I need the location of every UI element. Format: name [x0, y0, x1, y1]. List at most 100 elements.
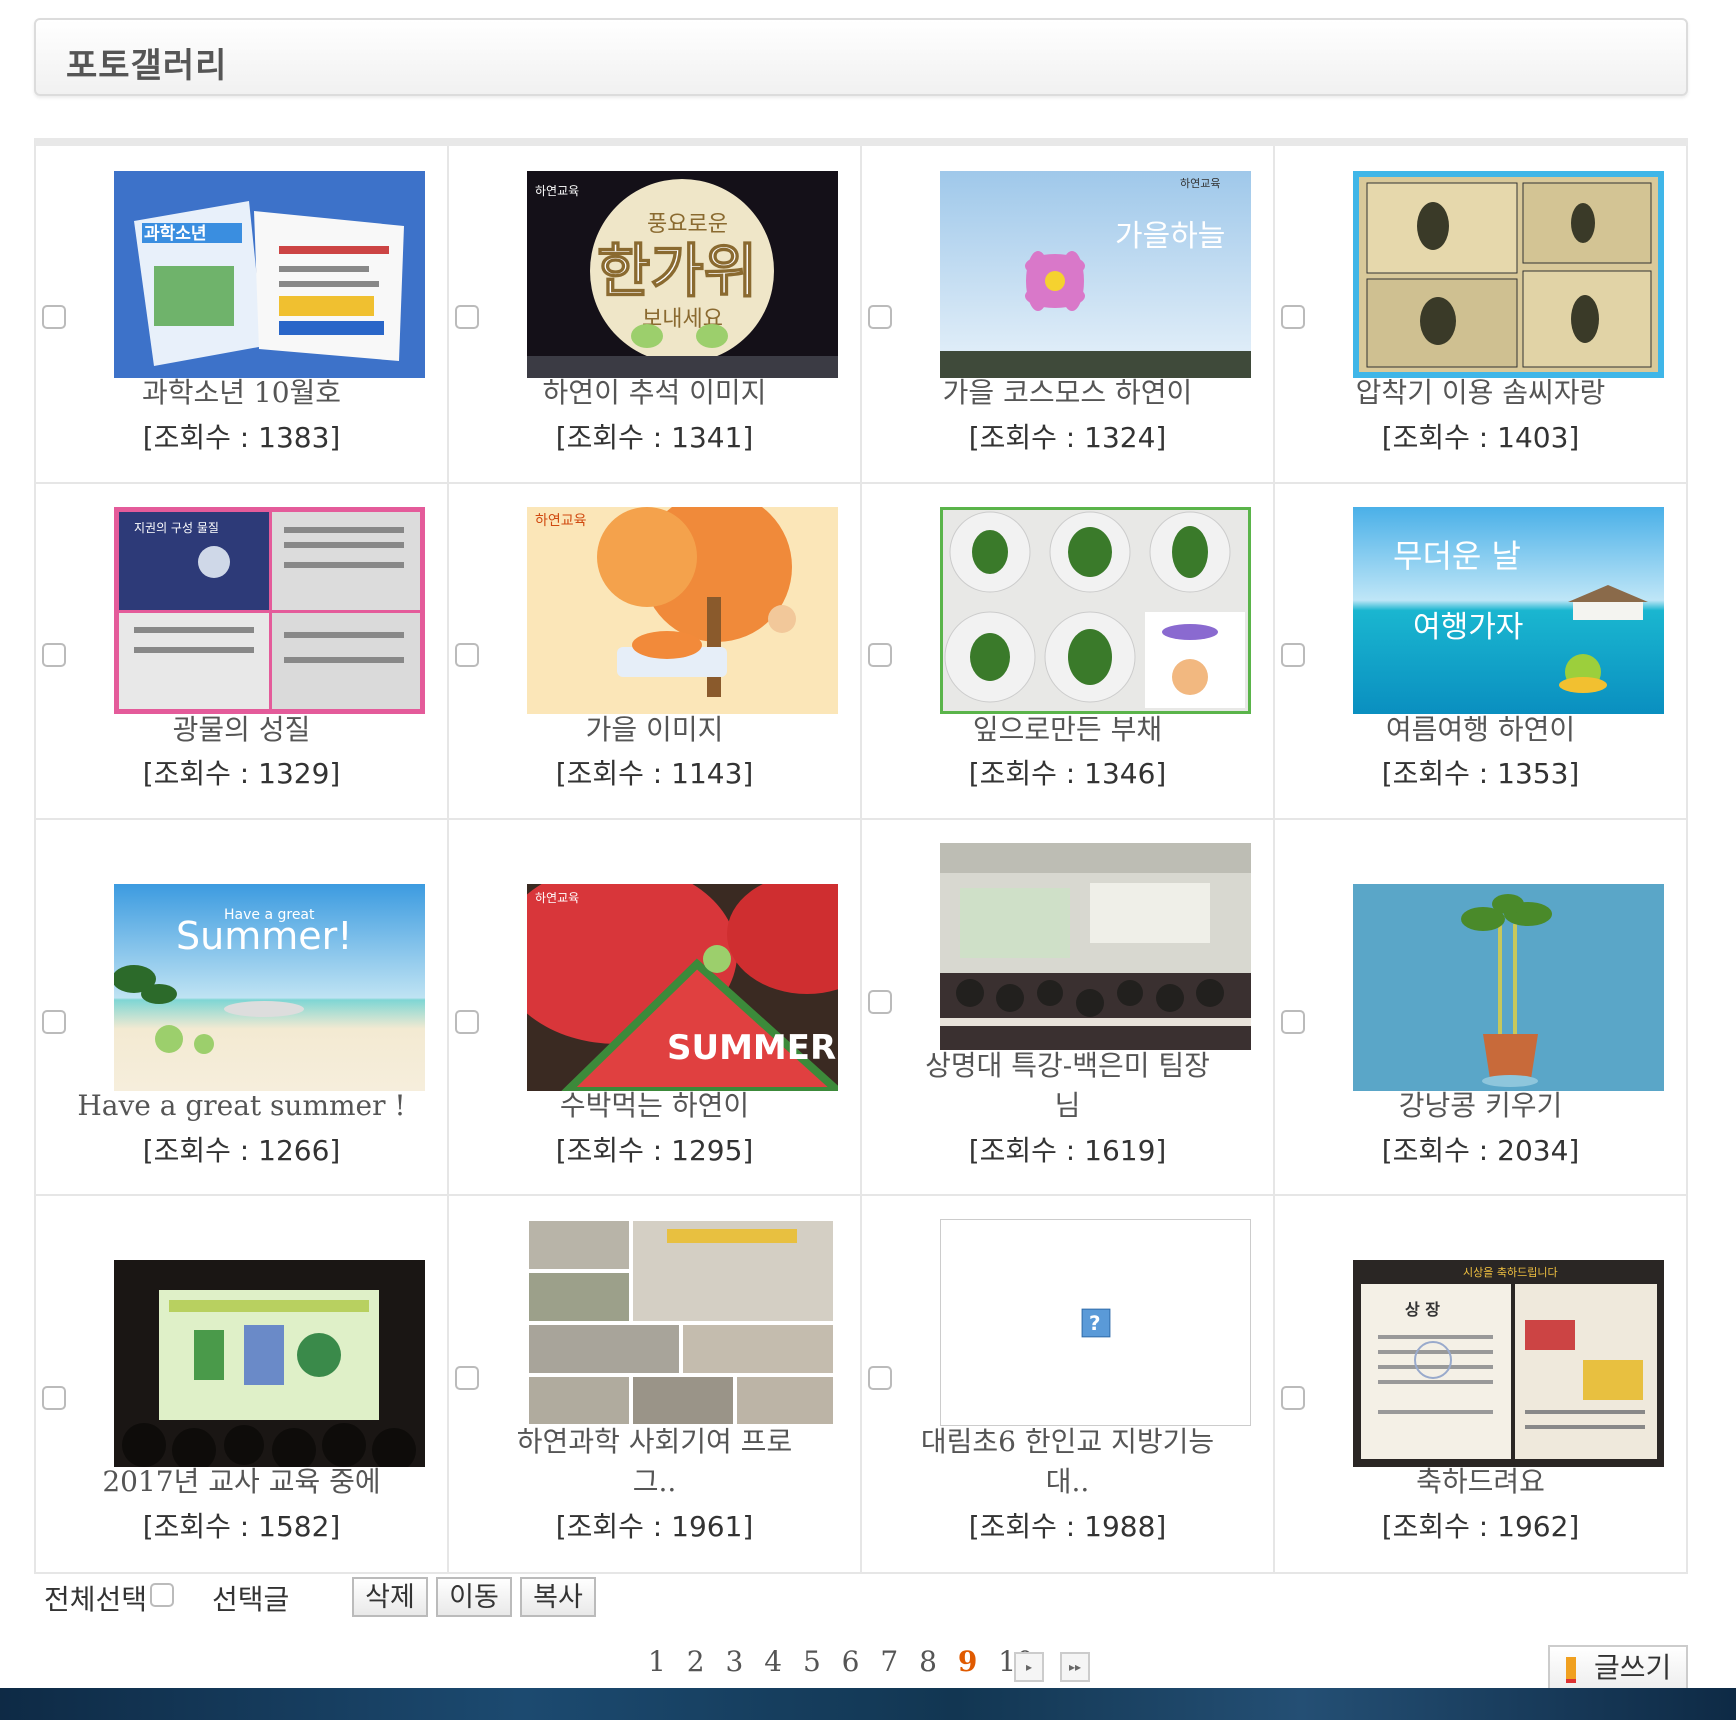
item-checkbox[interactable]	[42, 643, 66, 667]
item-caption[interactable]: 여름여행 하연이	[1275, 710, 1686, 750]
item-checkbox[interactable]	[455, 643, 479, 667]
view-count: [조회수 : 1143]	[555, 757, 754, 790]
item-caption-line2[interactable]: 대..	[862, 1462, 1273, 1502]
page-title-bar: 포토갤러리	[34, 18, 1688, 96]
item-caption[interactable]: 하연과학 사회기여 프로	[449, 1422, 860, 1462]
item-caption[interactable]: 상명대 특강-백은미 팀장	[862, 1046, 1273, 1086]
view-count: [조회수 : 1383]	[142, 421, 341, 454]
gallery-item: 하연과학 사회기여 프로 그.. [조회수 : 1961]	[449, 1196, 862, 1572]
thumbnail-image[interactable]	[114, 1260, 425, 1467]
thumbnail-image[interactable]: 과학소년	[114, 171, 425, 378]
thumbnail-image[interactable]: 지권의 구성 물질	[114, 507, 425, 714]
item-checkbox[interactable]	[868, 305, 892, 329]
item-checkbox[interactable]	[1281, 1010, 1305, 1034]
gallery-row: Have a great Summer! Have a great summer…	[36, 820, 1688, 1196]
view-count: [조회수 : 1353]	[1381, 757, 1580, 790]
item-checkbox[interactable]	[1281, 1386, 1305, 1410]
item-checkbox[interactable]	[455, 305, 479, 329]
item-checkbox[interactable]	[1281, 643, 1305, 667]
page-link[interactable]: 3	[725, 1645, 743, 1678]
gallery-item: 압착기 이용 솜씨자랑 [조회수 : 1403]	[1275, 146, 1688, 482]
page-link[interactable]: 2	[687, 1645, 705, 1678]
thumbnail-image[interactable]: 시상을 축하드립니다 상 장	[1353, 1260, 1664, 1467]
select-all-label: 전체선택	[44, 1583, 148, 1616]
gallery-item: ? 대림초6 한인교 지방기능 대.. [조회수 : 1988]	[862, 1196, 1275, 1572]
item-checkbox[interactable]	[868, 990, 892, 1014]
view-count: [조회수 : 1961]	[555, 1510, 754, 1543]
thumbnail-image[interactable]	[1353, 884, 1664, 1091]
item-caption[interactable]: 압착기 이용 솜씨자랑	[1275, 373, 1686, 413]
page-link[interactable]: 1	[648, 1645, 666, 1678]
item-caption[interactable]: 축하드려요	[1275, 1462, 1686, 1502]
item-caption[interactable]: 수박먹는 하연이	[449, 1086, 860, 1126]
item-checkbox[interactable]	[42, 1386, 66, 1410]
thumbnail-image[interactable]: Have a great Summer!	[114, 884, 425, 1091]
delete-button[interactable]: 삭제	[352, 1577, 428, 1617]
thumbnail-image[interactable]	[527, 1219, 838, 1426]
item-checkbox[interactable]	[42, 1010, 66, 1034]
write-button[interactable]: 글쓰기	[1548, 1645, 1688, 1689]
page-link[interactable]: 8	[919, 1645, 937, 1678]
move-button[interactable]: 이동	[436, 1577, 512, 1617]
item-caption[interactable]: 2017년 교사 교육 중에	[36, 1462, 447, 1502]
gallery-item: 하연교육 풍요로운 한가위 보내세요 하연이 추석 이미지 [조회수 : 134…	[449, 146, 862, 482]
item-checkbox[interactable]	[868, 643, 892, 667]
gallery-item: 하연교육 가을 이미지 [조회수 : 1143]	[449, 484, 862, 818]
travel-title: 무더운 날	[1393, 537, 1521, 575]
view-count: [조회수 : 1962]	[1381, 1510, 1580, 1543]
thumbnail-image[interactable]: 무더운 날 여행가자	[1353, 507, 1664, 714]
current-page: 9	[957, 1645, 978, 1678]
item-caption[interactable]: 대림초6 한인교 지방기능	[862, 1422, 1273, 1462]
copy-button[interactable]: 복사	[520, 1577, 596, 1617]
view-count: [조회수 : 1988]	[968, 1510, 1167, 1543]
write-button-label: 글쓰기	[1594, 1651, 1672, 1684]
award-banner: 시상을 축하드립니다	[1463, 1265, 1558, 1279]
gallery-item: 지권의 구성 물질 광물의 성질 [조회수 : 1329]	[36, 484, 449, 818]
thumbnail-image[interactable]: ?	[940, 1219, 1251, 1426]
thumbnail-image[interactable]	[940, 843, 1251, 1050]
item-checkbox[interactable]	[455, 1010, 479, 1034]
thumbnail-image[interactable]: 하연교육 가을하늘	[940, 171, 1251, 378]
item-checkbox[interactable]	[42, 305, 66, 329]
gallery-item: 하연교육 SUMMER 수박먹는 하연이 [조회수 : 1295]	[449, 820, 862, 1194]
last-page-icon[interactable]: ▸▸	[1060, 1652, 1090, 1682]
thumbnail-image[interactable]: 하연교육 풍요로운 한가위 보내세요	[527, 171, 838, 378]
award-title: 상 장	[1405, 1300, 1440, 1319]
thumbnail-image[interactable]	[1353, 171, 1664, 378]
item-caption-line2[interactable]: 님	[862, 1086, 1273, 1126]
gallery-item: 상명대 특강-백은미 팀장 님 [조회수 : 1619]	[862, 820, 1275, 1194]
item-checkbox[interactable]	[868, 1366, 892, 1390]
page-link[interactable]: 4	[764, 1645, 782, 1678]
gallery-row: 과학소년 과학소년 10월호 [조회수 : 1383] 하연교육 풍요로운 한가…	[36, 146, 1688, 484]
item-caption[interactable]: 가을 코스모스 하연이	[862, 373, 1273, 413]
item-caption[interactable]: Have a great summer !	[36, 1086, 447, 1126]
item-caption[interactable]: 강낭콩 키우기	[1275, 1086, 1686, 1126]
thumbnail-image[interactable]	[940, 507, 1251, 714]
select-all-checkbox[interactable]	[150, 1583, 174, 1607]
page-link[interactable]: 5	[803, 1645, 821, 1678]
item-caption[interactable]: 하연이 추석 이미지	[449, 373, 860, 413]
view-count: [조회수 : 1403]	[1381, 421, 1580, 454]
item-caption[interactable]: 잎으로만든 부채	[862, 710, 1273, 750]
view-count: [조회수 : 1341]	[555, 421, 754, 454]
item-caption[interactable]: 과학소년 10월호	[36, 373, 447, 413]
cosmos-title: 가을하늘	[1115, 219, 1225, 254]
view-count: [조회수 : 1329]	[142, 757, 341, 790]
view-count: [조회수 : 2034]	[1381, 1134, 1580, 1167]
brand-label: 하연교육	[535, 184, 579, 198]
page-link[interactable]: 7	[880, 1645, 898, 1678]
footer-decoration	[0, 1688, 1736, 1720]
view-count: [조회수 : 1619]	[968, 1134, 1167, 1167]
watermelon-title: SUMMER	[667, 1028, 836, 1068]
item-caption-line2[interactable]: 그..	[449, 1462, 860, 1502]
item-checkbox[interactable]	[1281, 305, 1305, 329]
brand-label: 하연교육	[535, 891, 579, 905]
page-link[interactable]: 6	[842, 1645, 860, 1678]
magazine-title: 과학소년	[144, 224, 207, 244]
next-page-icon[interactable]: ▸	[1014, 1652, 1044, 1682]
thumbnail-image[interactable]: 하연교육	[527, 507, 838, 714]
item-caption[interactable]: 가을 이미지	[449, 710, 860, 750]
thumbnail-image[interactable]: 하연교육 SUMMER	[527, 884, 838, 1091]
item-checkbox[interactable]	[455, 1366, 479, 1390]
item-caption[interactable]: 광물의 성질	[36, 710, 447, 750]
